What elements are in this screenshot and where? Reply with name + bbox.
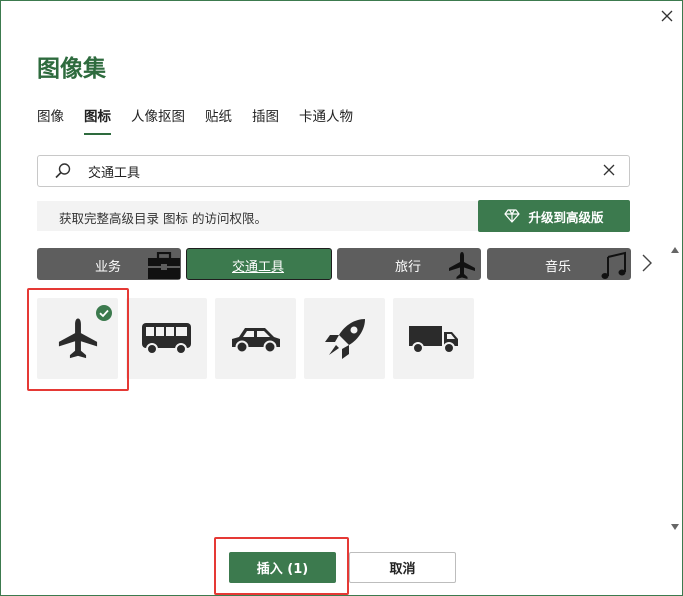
scroll-up-icon[interactable] <box>671 247 679 253</box>
tab-illustrations[interactable]: 插图 <box>252 105 279 135</box>
chevron-right-icon[interactable] <box>641 253 653 273</box>
insert-button[interactable]: 插入 (1) <box>229 552 336 583</box>
search-input[interactable] <box>86 160 590 182</box>
tab-stickers[interactable]: 贴纸 <box>205 105 232 135</box>
category-travel[interactable]: 旅行 <box>337 248 481 280</box>
scroll-down-icon[interactable] <box>671 524 679 530</box>
bus-icon <box>141 322 191 355</box>
result-tile-rocket[interactable] <box>304 298 385 379</box>
rocket-icon <box>324 318 365 359</box>
briefcase-icon <box>148 252 180 279</box>
banner-message: 获取完整高级目录 图标 的访问权限。 <box>59 211 267 226</box>
diamond-icon <box>504 209 521 223</box>
category-label: 业务 <box>95 260 122 275</box>
result-tile-truck[interactable] <box>393 298 474 379</box>
airplane-icon <box>449 252 475 279</box>
upgrade-label: 升级到高级版 <box>528 209 604 225</box>
close-button[interactable] <box>657 6 677 26</box>
result-tile-car[interactable] <box>215 298 296 379</box>
category-music[interactable]: 音乐 <box>487 248 631 280</box>
music-note-icon <box>601 251 626 279</box>
result-tile-airplane[interactable] <box>37 298 118 379</box>
search-icon <box>55 163 71 179</box>
tab-icons[interactable]: 图标 <box>84 105 111 135</box>
tab-images[interactable]: 图像 <box>37 105 64 135</box>
search-box <box>37 155 630 187</box>
upgrade-button[interactable]: 升级到高级版 <box>478 200 630 232</box>
dialog-title: 图像集 <box>37 56 106 82</box>
category-label: 交通工具 <box>232 260 285 275</box>
close-icon <box>661 10 673 22</box>
tab-bar: 图像 图标 人像抠图 贴纸 插图 卡通人物 <box>37 105 373 135</box>
category-label: 旅行 <box>395 260 422 275</box>
tab-cutout-people[interactable]: 人像抠图 <box>131 105 185 135</box>
category-business[interactable]: 业务 <box>37 248 181 280</box>
image-collection-dialog: 图像集 图像 图标 人像抠图 贴纸 插图 卡通人物 获取完整高级目录 图标 的访… <box>0 0 683 596</box>
clear-icon[interactable] <box>603 164 615 176</box>
airplane-icon <box>58 317 97 358</box>
category-label: 音乐 <box>545 260 572 275</box>
tab-cartoon-people[interactable]: 卡通人物 <box>299 105 353 135</box>
cancel-button[interactable]: 取消 <box>349 552 456 583</box>
result-tile-bus[interactable] <box>126 298 207 379</box>
truck-icon <box>408 325 458 354</box>
check-circle-icon <box>96 305 112 321</box>
category-transportation[interactable]: 交通工具 <box>186 248 332 280</box>
car-icon <box>231 327 280 353</box>
